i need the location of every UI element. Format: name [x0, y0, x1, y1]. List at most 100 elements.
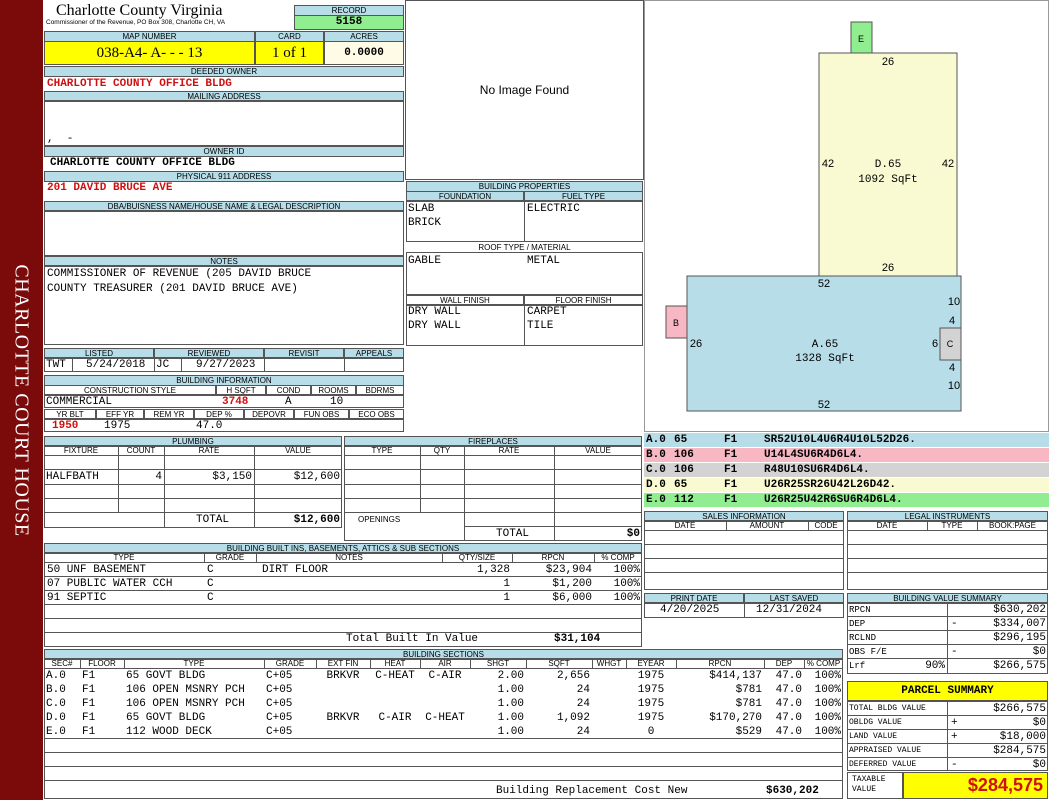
section-cell: $414,137	[709, 670, 762, 682]
bvs-rpcn: $630,202	[993, 604, 1046, 616]
brcn-label: Building Replacement Cost New	[496, 785, 688, 797]
taxable-label-2: VALUE	[852, 785, 877, 794]
bvs-dep: $334,007	[993, 618, 1046, 630]
parcel-appr-label: APPRAISED VALUE	[849, 746, 922, 755]
section-cell: 106 OPEN MSNRY PCH	[126, 698, 245, 710]
parcel-tbv: $266,575	[993, 703, 1046, 715]
no-image-text: No Image Found	[479, 83, 570, 97]
sales-col-code: CODE	[814, 521, 838, 530]
legend-sec: A.0	[646, 434, 666, 446]
plumb-col-value: VALUE	[285, 446, 311, 455]
section-col-header: EYEAR	[637, 659, 665, 668]
section-cell: F1	[82, 698, 96, 710]
builtin-cell: $23,904	[545, 564, 592, 576]
print-date: 4/20/2025	[660, 604, 720, 616]
deeded-owner: CHARLOTTE COUNTY OFFICE BLDG	[47, 78, 232, 90]
floor-1: CARPET	[527, 306, 567, 318]
mailing-line: , -	[47, 133, 74, 145]
fire-col-qty: QTY	[433, 446, 451, 455]
bvs-rclnd: $296,195	[993, 632, 1046, 644]
builtin-cell: DIRT FLOOR	[262, 564, 329, 576]
wall-2: DRY WALL	[408, 320, 461, 332]
section-cell: 47.0	[775, 712, 802, 724]
taxable-value: $284,575	[903, 772, 1048, 799]
foundation-1: SLAB	[408, 203, 435, 215]
section-cell: 1.00	[497, 698, 524, 710]
card-value: 1 of 1	[255, 41, 324, 65]
section-cell: 100%	[814, 698, 841, 710]
section-cell: 1975	[637, 698, 665, 710]
county-header: Charlotte County Virginia Commissioner o…	[46, 2, 291, 32]
mailing-box	[44, 100, 404, 146]
section-cell: C-HEAT	[425, 712, 465, 724]
section-col-header: RPCN	[708, 659, 732, 668]
bvs-lrf-pct: 90%	[925, 660, 945, 672]
section-cell: 1975	[637, 670, 665, 682]
legend-sec: D.0	[646, 479, 666, 491]
fire-col-rate: RATE	[498, 446, 520, 455]
legend-path: U14L4SU6R4D6L4.	[764, 449, 864, 461]
builtin-cell: $6,000	[552, 592, 592, 604]
legal-col-book: BOOK:PAGE	[989, 521, 1036, 530]
building-sketch: E B C D.65 1092 SqFt A.65 1328 SqFt 26 4…	[665, 21, 962, 412]
legend-n: 112	[674, 494, 694, 506]
roof-type: GABLE	[408, 255, 442, 267]
dim-d-right: 42	[942, 158, 954, 170]
taxable-label-box: TAXABLE VALUE	[847, 772, 903, 799]
record-value: 5158	[294, 15, 404, 30]
section-cell: C+05	[266, 698, 293, 710]
section-cell: 24	[576, 726, 590, 738]
legend-path: U26R25SR26U42L26D42.	[764, 479, 897, 491]
legend-row: D.0 65 F1 U26R25SR26U42L26D42.	[644, 478, 1049, 493]
section-col-header: EXT FIN	[327, 659, 359, 668]
section-cell: C-AIR	[428, 670, 462, 682]
section-cell: 1.00	[497, 684, 524, 696]
section-cell: BRKVR	[326, 670, 360, 682]
dim-d-top: 26	[882, 56, 894, 68]
section-col-header: AIR	[438, 659, 452, 668]
builtin-cell: 50 UNF BASEMENT	[47, 564, 147, 576]
builtin-cell: 100%	[613, 564, 640, 576]
dim-a-r5: 10	[948, 380, 960, 392]
plumb-count: 4	[155, 471, 162, 483]
bvs-obs-label: OBS F/E	[849, 647, 887, 657]
dim-a-r4: 4	[949, 362, 955, 374]
cond-value: A	[285, 396, 292, 408]
bvs-dep-label: DEP	[849, 619, 866, 629]
legend-row: A.0 65 F1 SR52U10L4U6R4U10L52D26.	[644, 433, 1049, 448]
builtin-cell: 1,328	[476, 564, 510, 576]
builtin-cell: C	[207, 578, 214, 590]
builtin-cell: C	[207, 564, 214, 576]
legend-n: 106	[674, 464, 694, 476]
bi-col-rpcn: RPCN	[541, 553, 565, 562]
section-cell: BRKVR	[326, 712, 360, 724]
legend-path: U26R25U42R6SU6R4D6L4.	[764, 494, 903, 506]
acres-value: 0.0000	[324, 41, 404, 65]
bi-col-notes: NOTES	[335, 553, 363, 562]
dep-value: 47.0	[196, 420, 223, 432]
section-cell: 24	[576, 698, 590, 710]
section-cell: 47.0	[775, 726, 802, 738]
construction-style: COMMERCIAL	[46, 396, 113, 408]
section-cell: 1,092	[556, 712, 590, 724]
section-cell: E.0	[46, 726, 66, 738]
section-cell: $781	[735, 684, 762, 696]
hsqft-value: 3748	[222, 396, 249, 408]
section-cell: 112 WOOD DECK	[126, 726, 212, 738]
section-cell: 1.00	[497, 726, 524, 738]
legal-col-date: DATE	[876, 521, 898, 530]
notes-line-2: COUNTY TREASURER (201 DAVID BRUCE AVE)	[47, 283, 298, 295]
saved-date: 12/31/2024	[756, 604, 823, 616]
sidebar-title: CHARLOTTE COURT HOUSE	[11, 263, 33, 537]
legend-path: R48U10SU6R4D6L4.	[764, 464, 870, 476]
legend-row: B.0 106 F1 U14L4SU6R4D6L4.	[644, 448, 1049, 463]
sidebar-banner: CHARLOTTE COURT HOUSE	[0, 0, 43, 800]
bvs-lrf: $266,575	[993, 660, 1046, 672]
section-col-header: FLOOR	[88, 659, 116, 668]
sketch-A-label: A.65	[812, 339, 838, 351]
section-cell: B.0	[46, 684, 66, 696]
sketch-A-sqft: 1328 SqFt	[795, 353, 854, 365]
builtin-cell: 100%	[613, 578, 640, 590]
parcel-title: PARCEL SUMMARY	[847, 681, 1048, 701]
section-cell: 65 GOVT BLDG	[126, 670, 206, 682]
